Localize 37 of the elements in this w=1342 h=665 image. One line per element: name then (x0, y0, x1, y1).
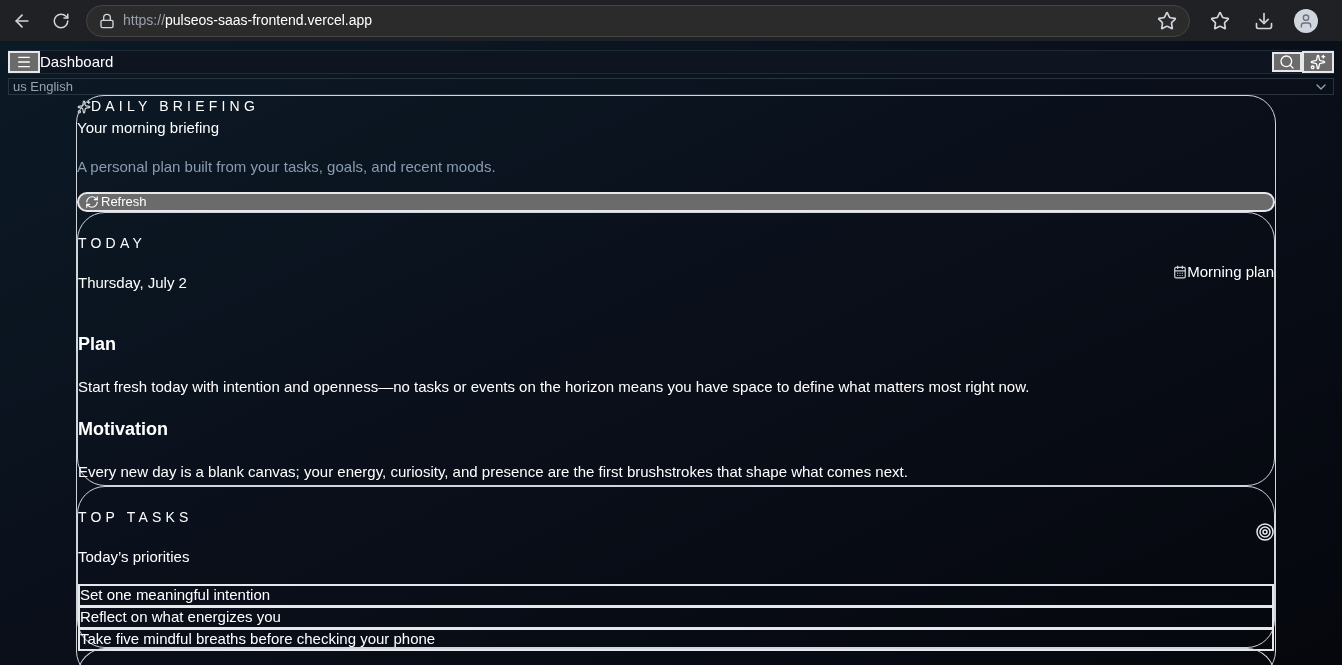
ai-button[interactable] (1302, 51, 1334, 73)
date-text: Thursday, July 2 (78, 273, 187, 293)
url-text: https://pulseos-saas-frontend.vercel.app (123, 11, 374, 30)
section-eyebrow: TOP TASKS (78, 508, 193, 527)
section-text: Every new day is a blank canvas; your energy, curiosity, and presence are the first brushstrokes that shape what comes next. (78, 462, 909, 482)
reload-icon[interactable] (52, 11, 70, 30)
refresh-button[interactable]: Refresh (77, 192, 1275, 212)
section-eyebrow: TODAY (78, 234, 147, 253)
sparkles-icon (77, 99, 91, 114)
menu-icon (16, 54, 32, 70)
task-item[interactable]: Take five mindful breaths before checking your phone (78, 627, 1274, 651)
language-select[interactable]: us English (8, 78, 1334, 95)
lock-icon (99, 12, 115, 29)
favorites-icon[interactable] (1210, 10, 1230, 31)
section-text: Start fresh today with intention and openness—no tasks or events on the horizon means you have space to define what matters most right now. (78, 376, 1031, 397)
profile-avatar[interactable] (1294, 8, 1318, 33)
page-title: Dashboard (40, 51, 115, 72)
target-icon (1256, 523, 1274, 541)
section-heading: Motivation (78, 418, 169, 441)
card-subtitle: A personal plan built from your tasks, goals, and recent moods. (77, 156, 497, 177)
menu-button[interactable] (8, 51, 40, 73)
star-icon[interactable] (1157, 10, 1177, 31)
address-bar[interactable]: https://pulseos-saas-frontend.vercel.app (86, 4, 1190, 37)
section-eyebrow: DAILY BRIEFING (91, 97, 259, 116)
card-title: Your morning briefing (77, 118, 221, 138)
sparkles-icon (1310, 54, 1326, 70)
task-item[interactable]: Set one meaningful intention (78, 583, 1274, 607)
section-heading: Plan (78, 332, 117, 356)
search-icon (1279, 54, 1295, 70)
plan-label: Morning plan (1187, 261, 1274, 282)
card-title: Today’s priorities (78, 547, 191, 567)
download-icon[interactable] (1254, 10, 1274, 31)
refresh-icon (85, 195, 99, 209)
person-icon (1298, 12, 1314, 29)
task-item[interactable]: Reflect on what energizes you (78, 605, 1274, 629)
search-button[interactable] (1272, 52, 1302, 72)
calendar-icon (1173, 264, 1188, 279)
